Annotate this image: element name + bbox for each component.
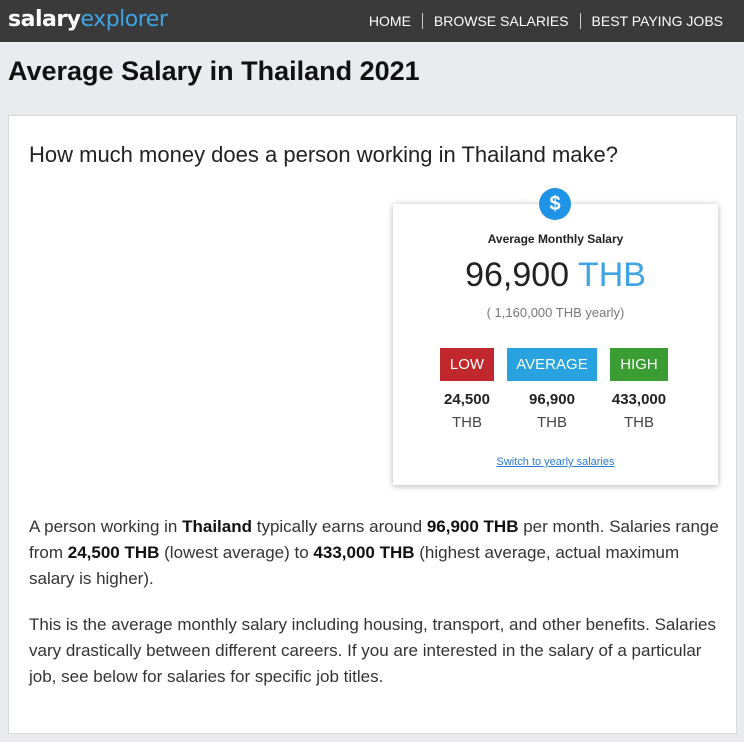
top-navbar: salaryexplorer HOME BROWSE SALARIES BEST…	[0, 0, 744, 42]
average-monthly-salary-label: Average Monthly Salary	[487, 232, 624, 246]
question-heading: How much money does a person working in …	[29, 142, 619, 167]
logo-text-salary: salary	[8, 7, 81, 32]
average-unit: THB	[537, 414, 567, 431]
logo-text-explorer: explorer	[80, 7, 168, 32]
details-paragraph: This is the average monthly salary inclu…	[29, 615, 716, 686]
p1-low: 24,500 THB	[67, 543, 160, 562]
switch-to-yearly-link[interactable]: Switch to yearly salaries	[393, 456, 718, 468]
nav-best-paying-jobs-link[interactable]: BEST PAYING JOBS	[579, 13, 734, 29]
low-value: 24,500	[444, 391, 490, 408]
content-card: How much money does a person working in …	[8, 115, 737, 734]
page-title: Average Salary in Thailand 2021	[8, 56, 420, 86]
yearly-salary-note: ( 1,160,000 THB yearly)	[486, 305, 625, 320]
high-value: 433,000	[611, 391, 667, 408]
p1-text-2: typically earns around	[252, 517, 427, 536]
average-value: 96,900	[529, 391, 575, 408]
low-badge: LOW	[440, 348, 494, 381]
average-salary-amount: 96,900 THB	[393, 256, 718, 295]
dollar-icon: $	[539, 188, 571, 220]
low-unit: THB	[452, 414, 482, 431]
nav-browse-salaries-link[interactable]: BROWSE SALARIES	[421, 13, 580, 29]
summary-paragraph: A person working in Thailand typically e…	[29, 514, 719, 592]
nav-home-link[interactable]: HOME	[358, 13, 422, 29]
main-nav: HOME BROWSE SALARIES BEST PAYING JOBS	[358, 0, 734, 42]
tier-average: AVERAGE 96,900 THB	[507, 348, 597, 431]
high-unit: THB	[624, 414, 654, 431]
p1-high: 433,000 THB	[313, 543, 415, 562]
site-logo[interactable]: salaryexplorer	[8, 6, 168, 34]
p1-country: Thailand	[182, 517, 252, 536]
amount-currency: THB	[577, 256, 646, 294]
p1-average: 96,900 THB	[426, 517, 519, 536]
p1-text-4: (lowest average) to	[159, 543, 314, 562]
average-badge: AVERAGE	[507, 348, 597, 381]
tier-low: LOW 24,500 THB	[439, 348, 495, 431]
high-badge: HIGH	[610, 348, 668, 381]
amount-value: 96,900	[465, 256, 570, 294]
p1-text-1: A person working in	[29, 517, 183, 536]
salary-summary-box: $ Average Monthly Salary 96,900 THB ( 1,…	[393, 188, 718, 485]
tier-high: HIGH 433,000 THB	[610, 348, 668, 431]
